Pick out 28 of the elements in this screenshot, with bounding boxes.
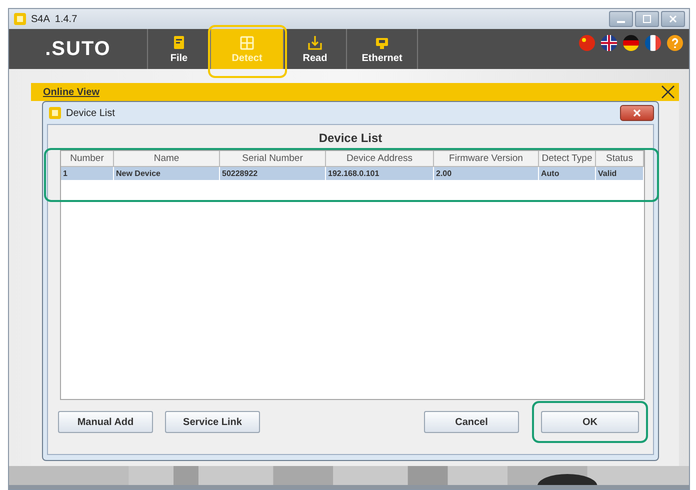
panel-title: Online View (43, 86, 100, 98)
maximize-button[interactable] (635, 11, 659, 27)
window-title: S4A 1.4.7 (31, 14, 78, 24)
app-icon (49, 107, 61, 119)
download-icon (307, 34, 323, 50)
close-button[interactable] (620, 105, 654, 121)
close-icon[interactable] (661, 85, 675, 99)
grid-icon (239, 34, 255, 50)
close-button[interactable] (661, 11, 685, 27)
flag-icon[interactable] (601, 35, 617, 51)
flag-icon[interactable] (579, 35, 595, 51)
dialog-title: Device List (66, 108, 115, 118)
flag-icon[interactable] (645, 35, 661, 51)
document-icon (171, 34, 187, 50)
dialog-button[interactable]: OK (541, 411, 639, 433)
help-icon[interactable] (667, 35, 683, 51)
dialog-button[interactable]: Cancel (424, 411, 519, 433)
close-icon (669, 15, 677, 23)
dialog-button[interactable]: Manual Add (58, 411, 153, 433)
logo: .SUTO (45, 38, 111, 60)
minimize-button[interactable] (609, 11, 633, 27)
maximize-icon (643, 15, 651, 23)
table-row[interactable]: 1 New Device 50228922 192.168.0.101 2.00 Auto Valid (61, 167, 644, 180)
app-icon (14, 13, 26, 25)
dialog-button[interactable]: Service Link (165, 411, 260, 433)
list-heading: Device List (318, 130, 384, 147)
close-icon (633, 109, 641, 117)
flag-icon[interactable] (623, 35, 639, 51)
